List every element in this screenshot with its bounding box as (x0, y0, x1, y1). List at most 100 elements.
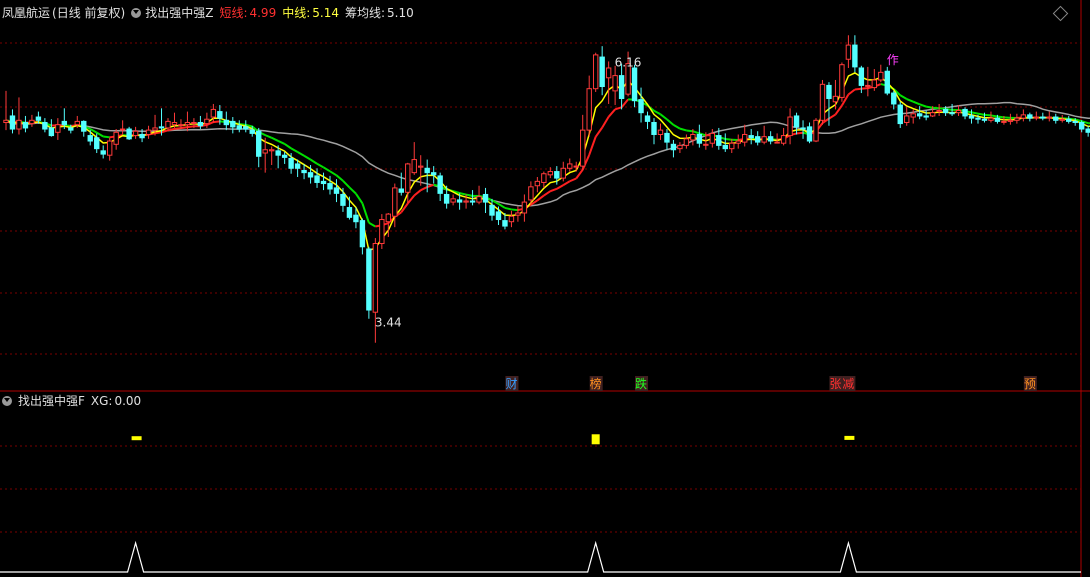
candle-body (916, 113, 923, 117)
mid-line-segment (465, 193, 473, 197)
candle-body (1085, 128, 1090, 133)
candle-body (929, 112, 936, 117)
candle-body (936, 109, 942, 113)
mid-line-segment (361, 202, 370, 224)
candle-body (897, 104, 903, 125)
candle-body (754, 136, 761, 143)
mid-line-segment (620, 98, 629, 108)
candle-body (158, 126, 165, 129)
candle-body (204, 118, 210, 125)
mid-line-segment (854, 87, 862, 91)
candle-body (476, 196, 482, 203)
candle-body (119, 128, 126, 131)
candle-body (210, 108, 217, 118)
candle-body (223, 119, 230, 126)
mid-line-segment (575, 169, 584, 180)
mid-line-segment (912, 100, 921, 106)
mid-line-segment (601, 116, 610, 129)
mid-line-segment (284, 143, 292, 150)
candle-body (489, 204, 495, 216)
candle-body (346, 207, 353, 218)
mid-line-segment (316, 162, 325, 169)
candle-body (463, 200, 469, 203)
candle-body (793, 115, 800, 128)
candle-body (372, 243, 379, 313)
candle-body (670, 143, 677, 151)
candle-body (262, 149, 268, 154)
candle-body (904, 115, 910, 123)
candle-body (612, 75, 618, 92)
candle-body (554, 171, 560, 179)
mid-line-segment (692, 130, 700, 135)
mid-line-segment (666, 118, 675, 126)
candle-body (1014, 117, 1020, 121)
mid-line-segment (536, 194, 545, 202)
candle-body (839, 64, 845, 98)
candle-body (333, 187, 340, 194)
candle-body (942, 108, 949, 114)
candle-body (275, 150, 281, 156)
mid-line-segment (459, 192, 467, 196)
mid-line-segment (977, 112, 985, 116)
candle-body (1053, 116, 1059, 121)
candle-body (683, 138, 690, 146)
candle-body (230, 120, 236, 128)
candle-body (55, 124, 61, 133)
candle-body (735, 140, 741, 144)
candle-body (126, 128, 132, 140)
mid-line-segment (406, 194, 416, 205)
xg-spike-line (0, 540, 1081, 573)
candle-body (988, 117, 994, 121)
mid-line-segment (310, 158, 318, 165)
mid-line-segment (925, 105, 933, 109)
candle-body (813, 119, 819, 142)
mid-line-segment (368, 221, 376, 228)
candle-body (592, 54, 599, 90)
candle-body (437, 175, 443, 194)
candle-body (560, 167, 566, 179)
candle-body (1033, 116, 1040, 119)
candle-body (767, 136, 774, 142)
mid-line-segment (725, 138, 732, 141)
candle-body (968, 115, 975, 119)
candle-body (443, 193, 450, 204)
candle-body (534, 180, 541, 187)
candle-body (878, 71, 884, 81)
mid-line-segment (426, 183, 435, 188)
candle-body (100, 150, 106, 155)
candle-body (567, 163, 573, 169)
mid-line-segment (348, 186, 357, 195)
mid-line-segment (614, 106, 622, 111)
candle-body (9, 115, 16, 130)
candle-body (800, 127, 806, 130)
candle-body (664, 132, 670, 143)
mid-line-segment (899, 94, 908, 100)
candle-body (301, 169, 307, 174)
candle-body (1027, 114, 1033, 119)
candle-body (3, 119, 9, 123)
mid-line-segment (984, 113, 992, 117)
candle-body (171, 121, 178, 126)
chip-line (5, 101, 1090, 207)
candle-body (806, 126, 813, 142)
mid-line-segment (828, 113, 836, 120)
candle-body (722, 144, 728, 150)
candle-body (191, 121, 197, 124)
candle-body (106, 140, 113, 156)
candle-body (243, 126, 249, 130)
candle-body (716, 135, 722, 146)
candle-body (61, 120, 68, 126)
candle-body (314, 175, 320, 183)
mid-line-segment (549, 187, 558, 193)
candle-body (865, 84, 871, 87)
price-chart[interactable]: 6.163.44筹均线作财榜跌张减预 (0, 0, 1090, 577)
candle-body (294, 163, 301, 169)
candle-body (87, 135, 93, 142)
candle-body (962, 108, 968, 117)
candle-body (644, 115, 651, 122)
mid-line-segment (297, 151, 305, 157)
candle-body (729, 142, 735, 150)
mid-line-segment (213, 120, 220, 124)
mid-line-segment (413, 189, 422, 197)
candle-body (113, 131, 119, 145)
